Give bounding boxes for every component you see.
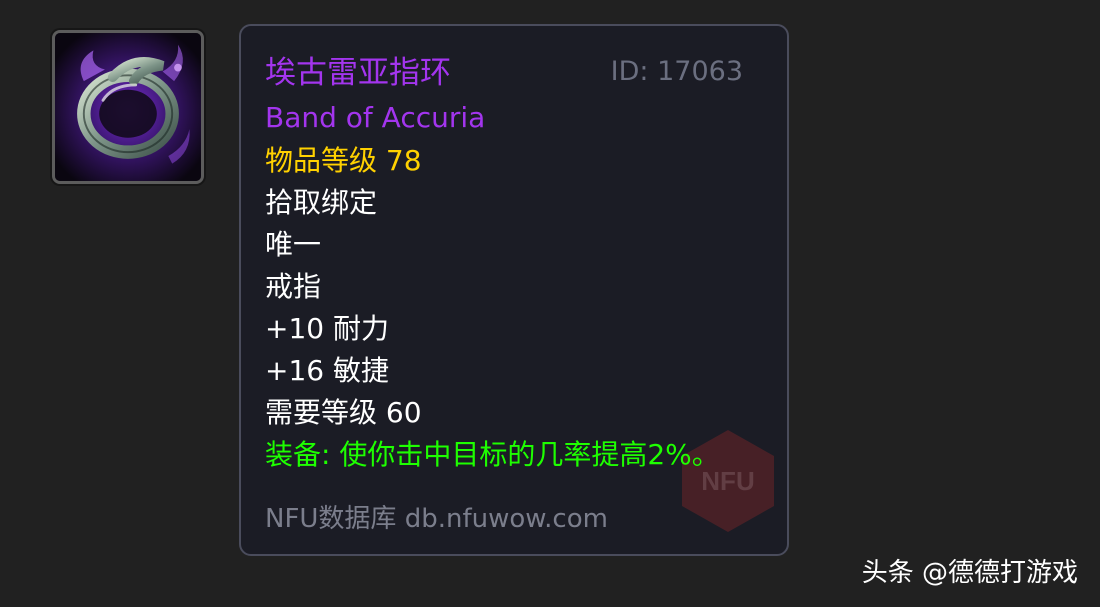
slot-text: 戒指 — [265, 270, 322, 303]
unique-text: 唯一 — [265, 228, 322, 261]
equip-effect: 装备: 使你击中目标的几率提高2%。 — [265, 438, 720, 471]
stat-agility: +16 敏捷 — [265, 354, 389, 387]
site-footer: NFU数据库 db.nfuwow.com — [265, 504, 608, 534]
item-name-en: Band of Accuria — [265, 101, 486, 134]
item-name-cn[interactable]: 埃古雷亚指环 — [265, 58, 451, 89]
required-level: 需要等级 60 — [265, 396, 422, 429]
author-credit: 头条 @德德打游戏 — [861, 558, 1078, 588]
item-tooltip: 埃古雷亚指环 ID: 17063 Band of Accuria 物品等级 78… — [239, 24, 789, 556]
item-id: ID: 17063 — [610, 56, 743, 87]
ring-icon — [52, 30, 204, 184]
item-level: 物品等级 78 — [265, 144, 422, 177]
binding-text: 拾取绑定 — [265, 186, 378, 219]
stat-stamina: +10 耐力 — [265, 312, 389, 345]
